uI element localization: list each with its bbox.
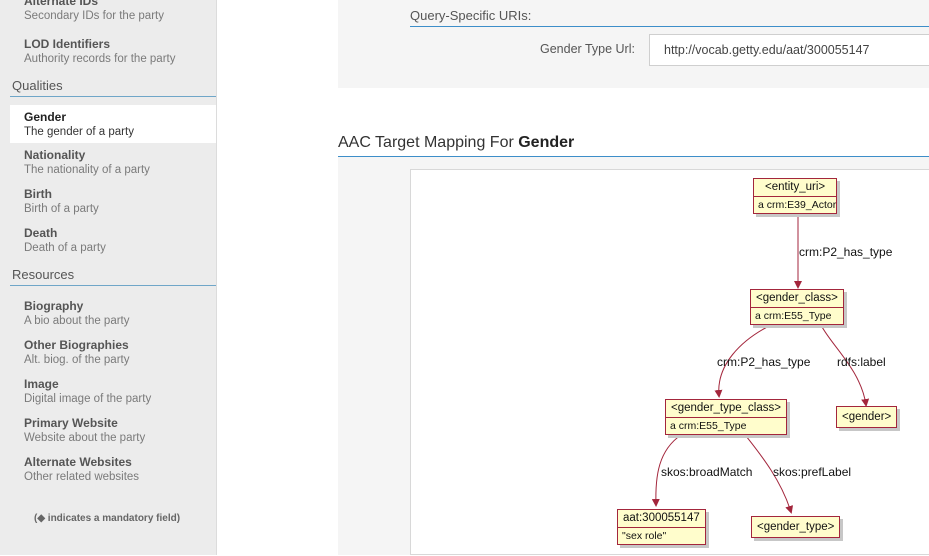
node-class: a crm:E55_Type <box>755 310 832 322</box>
node-class: a crm:E55_Type <box>670 420 747 432</box>
mapping-diagram: <entity_uri> a crm:E39_Actor <gender_cla… <box>410 169 929 555</box>
sidebar-item-title: Gender <box>24 110 67 124</box>
sidebar-item-desc: Digital image of the party <box>24 393 152 405</box>
sidebar-item-desc: Birth of a party <box>24 203 99 215</box>
sidebar-item-desc: Death of a party <box>24 242 106 254</box>
node-class: a crm:E39_Actor <box>758 199 837 211</box>
edge-label: rdfs:label <box>837 355 886 369</box>
node-class: "sex role" <box>622 530 667 542</box>
sidebar-item-image[interactable]: Image Digital image of the party <box>0 376 216 407</box>
node-entity-uri: <entity_uri> a crm:E39_Actor <box>753 178 838 214</box>
sidebar-item-nationality[interactable]: Nationality The nationality of a party <box>0 147 216 178</box>
sidebar-item-lod-identifiers[interactable]: LOD Identifiers Authority records for th… <box>0 36 216 67</box>
node-gender-type: <gender_type> <box>751 516 841 538</box>
sidebar-item-title: Birth <box>24 187 52 201</box>
sidebar-item-primary-website[interactable]: Primary Website Website about the party <box>0 415 216 446</box>
sidebar-item-desc: The gender of a party <box>24 126 134 138</box>
sidebar-item-gender[interactable]: Gender The gender of a party <box>10 105 216 143</box>
sidebar-item-desc: Alt. biog. of the party <box>24 354 130 366</box>
mapping-heading-prefix: AAC Target Mapping For <box>338 134 519 151</box>
sidebar-item-title: Primary Website <box>24 416 118 430</box>
sidebar-item-title: Death <box>24 226 58 240</box>
sidebar: Alternate IDs Secondary IDs for the part… <box>0 0 217 555</box>
mapping-heading-entity: Gender <box>518 134 575 151</box>
node-aat-300055147: aat:300055147 "sex role" <box>617 509 706 545</box>
sidebar-item-birth[interactable]: Birth Birth of a party <box>0 186 216 217</box>
sidebar-item-title: Alternate Websites <box>24 455 132 469</box>
node-name: <gender_type> <box>757 521 835 533</box>
edge-label: crm:P2_has_type <box>799 245 893 259</box>
node-gender-type-class: <gender_type_class> a crm:E55_Type <box>665 399 787 435</box>
edge-label: skos:prefLabel <box>773 465 852 479</box>
divider <box>410 26 929 27</box>
mandatory-field-note: (◆ indicates a mandatory field) <box>34 513 181 524</box>
sidebar-item-desc: Authority records for the party <box>24 53 176 65</box>
sidebar-item-title: Nationality <box>24 148 86 162</box>
gender-type-url-input[interactable] <box>649 34 929 66</box>
sidebar-item-death[interactable]: Death Death of a party <box>0 225 216 256</box>
sidebar-item-desc: Secondary IDs for the party <box>24 10 164 22</box>
sidebar-item-other-biographies[interactable]: Other Biographies Alt. biog. of the part… <box>0 337 216 368</box>
section-heading-resources: Resources <box>10 266 216 286</box>
sidebar-item-alternate-websites[interactable]: Alternate Websites Other related website… <box>0 454 216 485</box>
sidebar-item-desc: A bio about the party <box>24 315 130 327</box>
node-gender: <gender> <box>836 406 898 428</box>
query-uris-title: Query-Specific URIs: <box>410 8 532 23</box>
node-name: aat:300055147 <box>618 510 705 528</box>
mapping-heading: AAC Target Mapping For Gender <box>338 134 574 152</box>
node-name: <gender_class> <box>751 290 843 308</box>
section-heading-qualities: Qualities <box>10 77 216 97</box>
sidebar-item-desc: The nationality of a party <box>24 164 150 176</box>
sidebar-item-title: Alternate IDs <box>24 0 99 8</box>
sidebar-item-desc: Other related websites <box>24 471 140 483</box>
sidebar-item-biography[interactable]: Biography A bio about the party <box>0 298 216 329</box>
sidebar-item-alternate-ids[interactable]: Alternate IDs Secondary IDs for the part… <box>0 0 216 24</box>
node-name: <entity_uri> <box>754 179 837 197</box>
sidebar-item-title: Image <box>24 377 59 391</box>
node-gender-class: <gender_class> a crm:E55_Type <box>750 289 844 325</box>
sidebar-item-title: Other Biographies <box>24 338 129 352</box>
node-name: <gender_type_class> <box>666 400 786 418</box>
sidebar-item-title: Biography <box>24 299 84 313</box>
edge-label: crm:P2_has_type <box>717 355 811 369</box>
sidebar-item-desc: Website about the party <box>24 432 146 444</box>
gender-type-url-label: Gender Type Url: <box>540 42 635 56</box>
sidebar-item-title: LOD Identifiers <box>24 37 111 51</box>
edge-label: skos:broadMatch <box>661 465 753 479</box>
node-name: <gender> <box>842 411 892 423</box>
